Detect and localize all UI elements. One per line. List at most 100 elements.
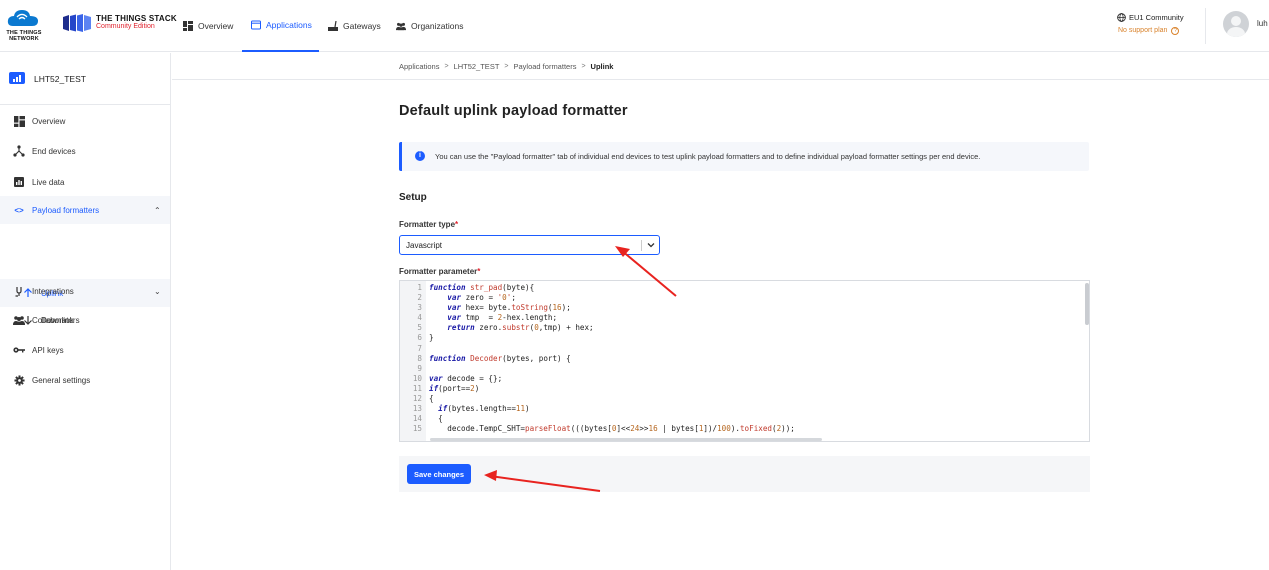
sidebar-item-label: Integrations [32, 286, 74, 296]
ttn-logo[interactable]: THE THINGS NETWORK [4, 6, 42, 44]
chevron-right-icon: > [444, 63, 449, 70]
organizations-icon [396, 22, 406, 31]
dashboard-icon [183, 21, 193, 31]
line-text[interactable]: var zero = '0'; [429, 293, 516, 303]
code-line[interactable]: 7 [400, 343, 1089, 354]
sidebar-item-label: End devices [32, 146, 76, 156]
nav-applications-label: Applications [266, 20, 312, 30]
sidebar-item-payload-formatters[interactable]: <> Payload formatters ⌃ [0, 196, 170, 224]
code-line[interactable]: 12 { [400, 394, 1089, 404]
formatter-parameter-label: Formatter parameter* [399, 267, 481, 276]
sidebar-item-api-keys[interactable]: API keys [0, 336, 170, 364]
app-icon [9, 72, 25, 84]
sidebar: LHT52_TEST Overview End devices Live dat… [0, 53, 171, 570]
breadcrumb-payload-formatters[interactable]: Payload formatters [514, 62, 577, 71]
nav-gateways[interactable]: Gateways [328, 0, 381, 52]
sidebar-item-label: API keys [32, 345, 64, 355]
sidebar-item-overview[interactable]: Overview [0, 107, 170, 135]
nav-organizations[interactable]: Organizations [396, 0, 463, 52]
sidebar-item-general-settings[interactable]: General settings [0, 366, 170, 394]
ttn-wordmark: THE THINGS NETWORK [6, 30, 42, 42]
code-line[interactable]: 15 decode.TempC_SHT=parseFloat(((bytes[0… [400, 424, 1089, 434]
stack-title: THE THINGS STACK [96, 14, 177, 23]
vertical-scrollbar[interactable] [1085, 283, 1089, 325]
code-line[interactable]: 1 function str_pad(byte){ [400, 283, 1089, 293]
code-line[interactable]: 8 function Decoder(bytes, port) { [400, 354, 1089, 364]
gear-icon [13, 374, 25, 386]
line-text[interactable]: if(port==2) [429, 384, 479, 394]
sidebar-item-label: General settings [32, 375, 91, 385]
line-text[interactable]: decode.TempC_SHT=parseFloat(((bytes[0]<<… [429, 424, 795, 434]
line-text[interactable]: var decode = {}; [429, 374, 502, 384]
code-line[interactable]: 4 var tmp = 2-hex.length; [400, 313, 1089, 323]
sidebar-item-label: Overview [32, 116, 66, 126]
code-line[interactable]: 14 { [400, 414, 1089, 424]
code-line[interactable]: 11 if(port==2) [400, 383, 1089, 394]
line-number: 10 [412, 373, 422, 383]
line-text[interactable]: function str_pad(byte){ [429, 283, 534, 293]
line-number: 3 [417, 303, 422, 313]
page-title: Default uplink payload formatter [399, 103, 628, 119]
line-number: 5 [417, 323, 422, 333]
sidebar-item-live-data[interactable]: Live data [0, 168, 170, 196]
nav-overview-label: Overview [198, 21, 234, 31]
horizontal-scrollbar[interactable] [430, 438, 822, 441]
stack-logo-icon [63, 14, 91, 32]
line-number: 7 [417, 343, 422, 353]
code-line[interactable]: 3 var hex= byte.toString(16); [400, 303, 1089, 313]
sidebar-item-label: Live data [32, 177, 65, 187]
required-mark: * [477, 267, 481, 276]
chevron-down-icon[interactable] [646, 240, 656, 250]
top-bar: THE THINGS NETWORK THE THINGS STACK Comm… [0, 0, 1269, 52]
chevron-down-icon: ⌄ [154, 286, 161, 296]
line-number: 2 [417, 293, 422, 303]
line-text[interactable]: if(bytes.length==11) [429, 404, 529, 414]
formatter-type-label: Formatter type* [399, 220, 459, 229]
code-line[interactable]: 13 if(bytes.length==11) [400, 404, 1089, 414]
line-number: 11 [412, 383, 422, 393]
line-text[interactable]: { [429, 394, 434, 404]
region-selector[interactable]: EU1 Community [1117, 13, 1184, 22]
breadcrumb-applications[interactable]: Applications [399, 62, 439, 71]
line-text[interactable]: { [429, 414, 443, 424]
applications-icon [251, 20, 261, 30]
line-number: 12 [412, 394, 422, 404]
info-icon: i [415, 151, 425, 161]
breadcrumb: Applications > LHT52_TEST > Payload form… [399, 62, 613, 71]
code-line[interactable]: 5 return zero.substr(0,tmp) + hex; [400, 323, 1089, 333]
line-text[interactable]: } [429, 333, 434, 343]
breadcrumb-app[interactable]: LHT52_TEST [454, 62, 500, 71]
chevron-right-icon: > [504, 63, 509, 70]
end-devices-icon [13, 145, 25, 157]
code-editor[interactable]: 1 function str_pad(byte){2 var zero = '0'… [399, 280, 1090, 442]
nav-applications[interactable]: Applications [242, 0, 319, 52]
support-plan-link[interactable]: No support plan ? [1118, 27, 1180, 35]
avatar[interactable] [1223, 11, 1249, 37]
code-line[interactable]: 9 [400, 364, 1089, 374]
chevron-up-icon: ⌃ [154, 205, 161, 215]
line-number: 1 [417, 283, 422, 292]
code-content[interactable]: 1 function str_pad(byte){2 var zero = '0'… [400, 283, 1089, 434]
app-name: LHT52_TEST [34, 74, 86, 84]
select-divider [641, 240, 642, 251]
stack-subtitle: Community Edition [96, 23, 155, 30]
nav-organizations-label: Organizations [411, 21, 464, 31]
line-text[interactable]: var hex= byte.toString(16); [429, 303, 570, 313]
username[interactable]: luh [1257, 19, 1268, 28]
code-line[interactable]: 2 var zero = '0'; [400, 293, 1089, 303]
nav-overview[interactable]: Overview [183, 0, 233, 52]
sidebar-app-header[interactable]: LHT52_TEST [0, 53, 170, 105]
sidebar-item-collaborators[interactable]: Collaborators [0, 306, 170, 334]
save-changes-button[interactable]: Save changes [407, 464, 471, 484]
sidebar-item-integrations[interactable]: Integrations ⌄ [0, 277, 170, 305]
setup-heading: Setup [399, 192, 427, 203]
line-text[interactable]: var tmp = 2-hex.length; [429, 313, 557, 323]
header-divider [1205, 8, 1206, 44]
code-line[interactable]: 6} [400, 333, 1089, 343]
line-text[interactable]: function Decoder(bytes, port) { [429, 354, 571, 364]
code-line[interactable]: 10 var decode = {}; [400, 373, 1089, 384]
integrations-icon [13, 285, 25, 297]
line-text[interactable]: return zero.substr(0,tmp) + hex; [429, 323, 593, 333]
formatter-type-select[interactable]: Javascript [399, 235, 660, 255]
sidebar-item-end-devices[interactable]: End devices [0, 137, 170, 165]
